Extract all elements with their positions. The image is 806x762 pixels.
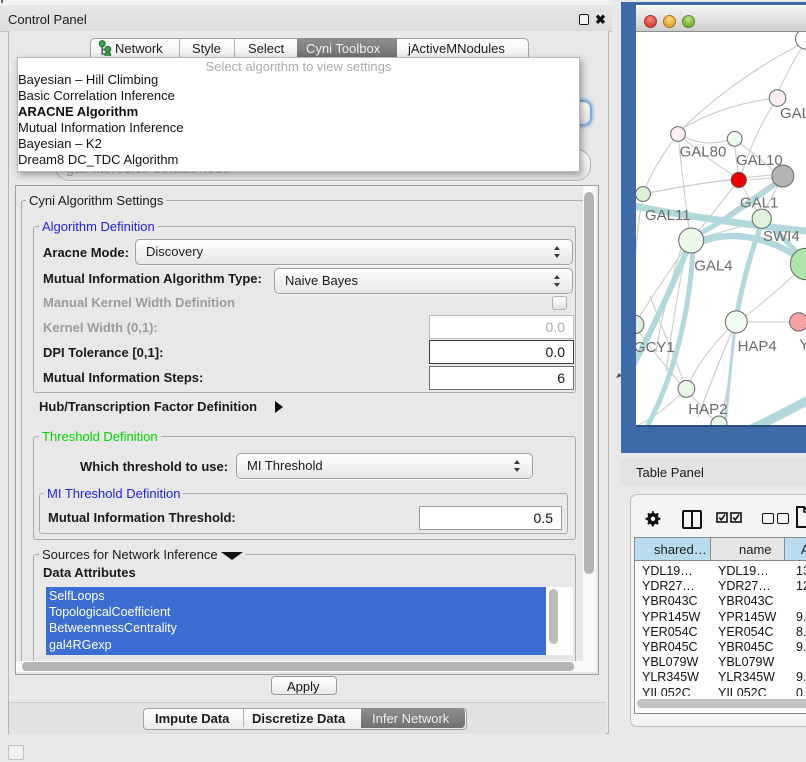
svg-text:Y: Y	[799, 337, 806, 354]
svg-text:GAL1: GAL1	[740, 195, 778, 212]
svg-text:GAL4: GAL4	[694, 258, 732, 275]
svg-text:SWI4: SWI4	[763, 228, 800, 245]
svg-text:GAL11: GAL11	[645, 207, 691, 224]
svg-text:GAL10: GAL10	[736, 152, 783, 169]
svg-text:HAP4: HAP4	[738, 338, 777, 355]
svg-text:GAL7: GAL7	[780, 105, 806, 122]
svg-text:GCY1: GCY1	[636, 339, 675, 356]
svg-text:GAL80: GAL80	[680, 144, 727, 161]
svg-text:HAP2: HAP2	[688, 401, 727, 418]
